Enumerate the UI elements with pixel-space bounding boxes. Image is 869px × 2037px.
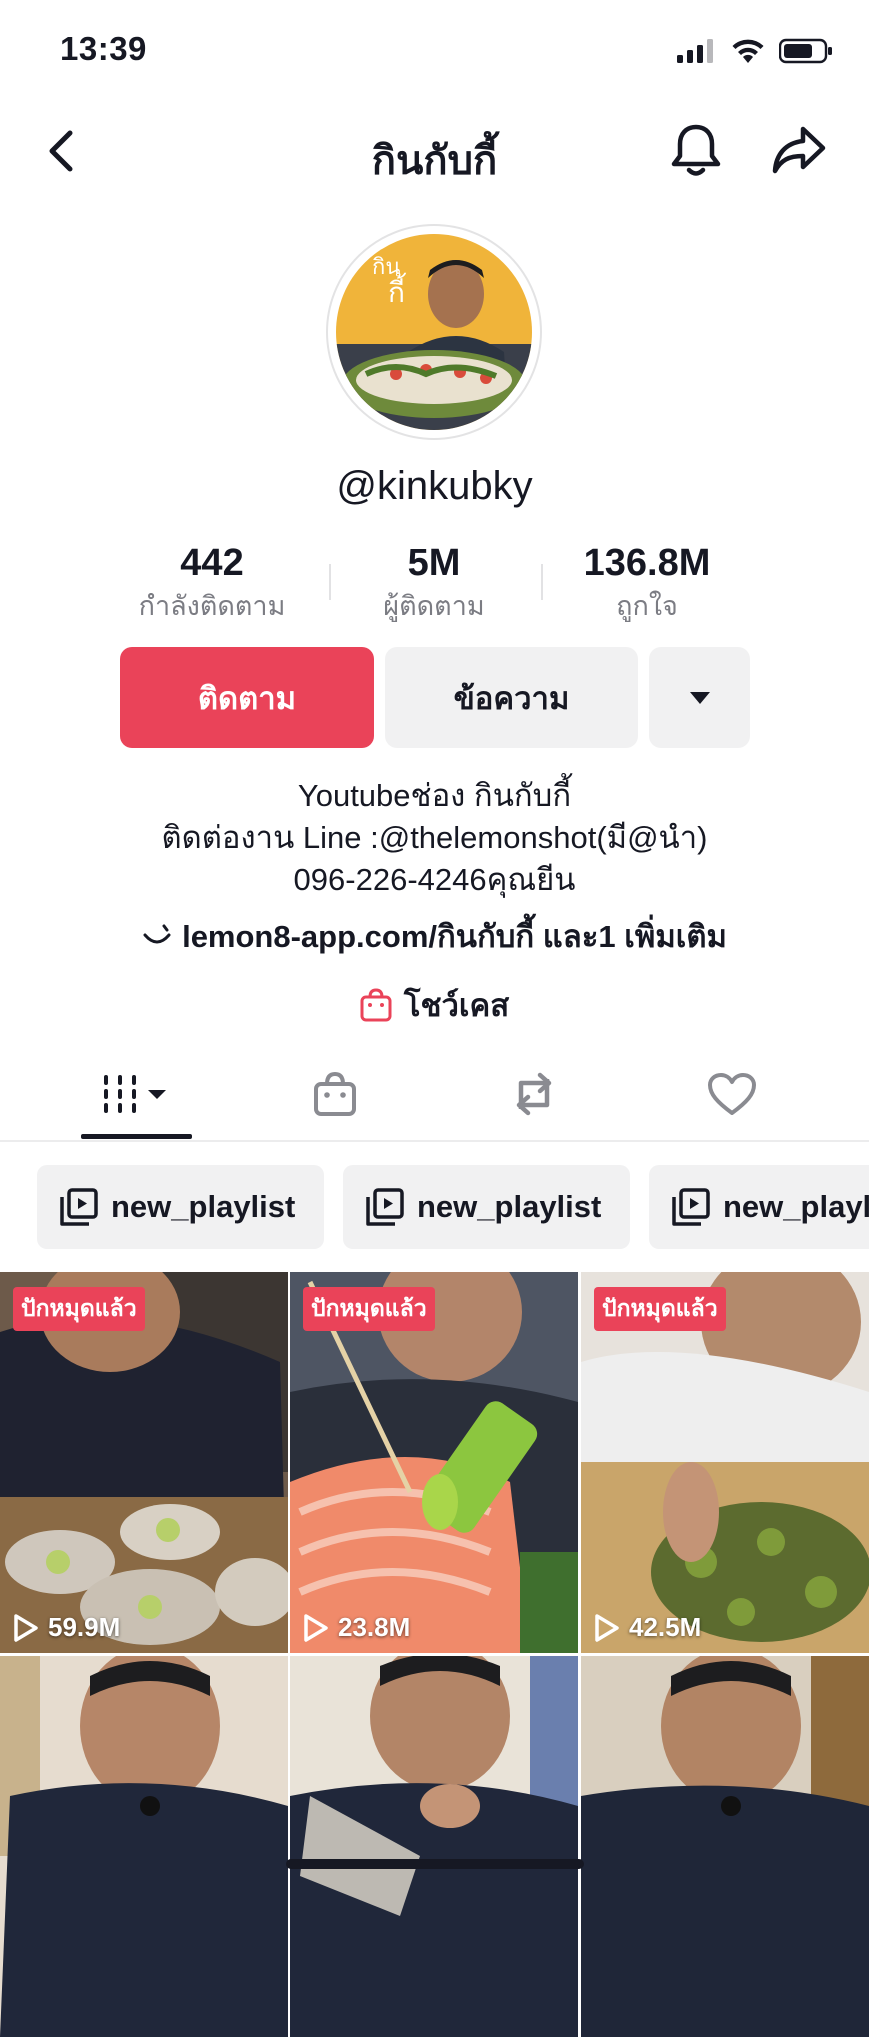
stat-likes[interactable]: 136.8M ถูกใจ xyxy=(547,540,747,624)
playlist-chip[interactable]: new_playlist xyxy=(37,1165,324,1249)
page-title: กินกับกี้ xyxy=(371,139,498,183)
playlist-chip[interactable]: new_playlist xyxy=(649,1165,869,1249)
playlist-row: new_playlist new_playlist new_playlist xyxy=(0,1165,869,1249)
stat-label: กำลังติดตาม xyxy=(138,591,286,621)
playlist-icon xyxy=(60,1188,98,1226)
status-icons xyxy=(677,38,833,69)
content-tabs xyxy=(0,1050,869,1142)
play-icon xyxy=(304,1613,328,1642)
view-count-text: 23.8M xyxy=(338,1612,411,1642)
battery-icon xyxy=(778,38,833,69)
view-count-text: 42.5M xyxy=(629,1612,702,1642)
link-icon xyxy=(143,924,171,944)
view-count: 23.8M xyxy=(302,1612,410,1643)
playlist-label: new_playlist xyxy=(417,1189,602,1224)
play-icon xyxy=(14,1613,38,1642)
stat-following[interactable]: 442 กำลังติดตาม xyxy=(112,540,312,624)
wifi-icon xyxy=(731,38,765,69)
share-button[interactable] xyxy=(768,120,830,180)
stat-divider xyxy=(329,564,331,600)
profile-stats: 442 กำลังติดตาม 5M ผู้ติดตาม 136.8M ถูกใ… xyxy=(112,540,757,630)
signal-icon xyxy=(677,39,717,68)
status-bar: 13:39 xyxy=(0,0,869,100)
view-count-text: 59.9M xyxy=(48,1612,121,1642)
avatar-image: กิน กี้ xyxy=(336,234,532,430)
playlist-icon xyxy=(672,1188,710,1226)
tab-videos[interactable] xyxy=(56,1050,216,1138)
stat-label: ผู้ติดตาม xyxy=(383,591,485,621)
video-thumbnail[interactable] xyxy=(290,1656,578,2037)
notification-button[interactable] xyxy=(666,120,726,180)
playlist-chip[interactable]: new_playlist xyxy=(343,1165,630,1249)
bio-link-text: lemon8-app.com/กินกับกี้ และ1 เพิ่มเติม xyxy=(182,919,727,954)
active-tab-indicator xyxy=(81,1134,192,1139)
repost-icon xyxy=(516,1072,552,1116)
more-options-button[interactable] xyxy=(649,647,750,748)
video-thumbnail[interactable] xyxy=(0,1656,288,2037)
pinned-badge: ปักหมุดแล้ว xyxy=(13,1287,145,1331)
follow-button[interactable]: ติดตาม xyxy=(120,647,374,748)
bio-line: 096-226-4246คุณยีน xyxy=(293,862,576,897)
bio-line: ติดต่องาน Line :@thelemonshot(มี@นำ) xyxy=(161,820,708,855)
bio-line: Youtubeช่อง กินกับกี้ xyxy=(297,778,572,813)
avatar[interactable]: กิน กี้ xyxy=(326,224,542,440)
play-icon xyxy=(595,1613,619,1642)
svg-text:กี้: กี้ xyxy=(388,272,406,309)
message-button[interactable]: ข้อความ xyxy=(385,647,638,748)
bell-icon xyxy=(671,124,721,176)
video-thumbnail[interactable]: ปักหมุดแล้ว 42.5M xyxy=(581,1272,869,1653)
caret-down-icon xyxy=(689,691,710,704)
stat-label: ถูกใจ xyxy=(616,591,678,621)
stat-followers[interactable]: 5M ผู้ติดตาม xyxy=(334,540,534,624)
grid-videos-icon xyxy=(104,1075,166,1113)
bio: Youtubeช่อง กินกับกี้ ติดต่องาน Line :@t… xyxy=(0,775,869,901)
shopping-bag-icon xyxy=(360,988,392,1022)
video-thumbnail[interactable]: ปักหมุดแล้ว 23.8M xyxy=(290,1272,578,1653)
stat-divider xyxy=(541,564,543,600)
stat-value: 5M xyxy=(407,542,461,584)
tab-reposts[interactable] xyxy=(454,1050,614,1138)
showcase-link[interactable]: โชว์เคส xyxy=(0,980,869,1030)
pinned-badge: ปักหมุดแล้ว xyxy=(303,1287,435,1331)
view-count: 42.5M xyxy=(593,1612,701,1643)
playlist-label: new_playlist xyxy=(723,1189,869,1224)
stat-value: 136.8M xyxy=(583,542,711,584)
status-time: 13:39 xyxy=(60,30,147,67)
video-thumbnail[interactable]: ปักหมุดแล้ว 59.9M xyxy=(0,1272,288,1653)
video-thumbnail[interactable] xyxy=(581,1656,869,2037)
video-grid: ปักหมุดแล้ว 59.9M ปักหมุดแล้ว 23.8M ปักห… xyxy=(0,1272,869,2037)
profile-header: กินกับกี้ xyxy=(0,110,869,192)
view-count: 59.9M xyxy=(12,1612,120,1643)
tab-shop[interactable] xyxy=(255,1050,415,1138)
bio-link[interactable]: lemon8-app.com/กินกับกี้ และ1 เพิ่มเติม xyxy=(0,911,869,961)
playlist-label: new_playlist xyxy=(111,1189,296,1224)
shopping-bag-icon xyxy=(314,1071,356,1116)
pinned-badge: ปักหมุดแล้ว xyxy=(594,1287,726,1331)
username: @kinkubky xyxy=(336,464,533,508)
stat-value: 442 xyxy=(180,542,244,584)
share-arrow-icon xyxy=(772,126,826,174)
playlist-icon xyxy=(366,1188,404,1226)
tab-liked[interactable] xyxy=(652,1050,812,1138)
showcase-label: โชว์เคส xyxy=(403,988,510,1023)
heart-icon xyxy=(708,1073,756,1115)
home-indicator[interactable] xyxy=(286,1859,584,1869)
